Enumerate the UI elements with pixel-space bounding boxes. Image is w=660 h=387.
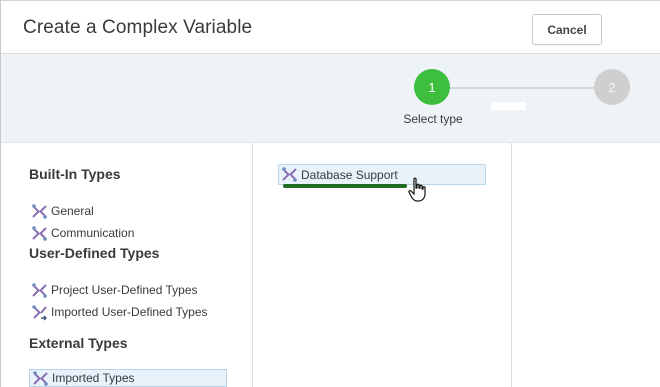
- type-detail-panel: [512, 143, 660, 387]
- create-complex-variable-dialog: Create a Complex Variable Cancel 1 2 Sel…: [0, 0, 660, 387]
- complex-type-icon: [32, 282, 47, 298]
- step-2-indicator[interactable]: 2: [594, 69, 630, 105]
- step-1-label: Select type: [403, 112, 463, 126]
- type-item-database-support[interactable]: Database Support: [278, 164, 486, 185]
- tree-item-general[interactable]: General: [31, 202, 94, 220]
- dialog-title: Create a Complex Variable: [23, 17, 253, 38]
- selection-underline: [283, 184, 407, 188]
- dialog-header: Create a Complex Variable Cancel: [1, 0, 660, 54]
- step-separator-mark: [491, 102, 526, 110]
- hand-pointer-icon: [408, 177, 426, 202]
- type-selection-panels: Built-In Types General Communication Use…: [1, 143, 660, 387]
- tree-item-imported-types[interactable]: Imported Types: [29, 369, 227, 387]
- tree-item-communication[interactable]: Communication: [31, 224, 134, 242]
- section-title-built-in: Built-In Types: [29, 166, 121, 182]
- type-category-panel: Built-In Types General Communication Use…: [1, 143, 253, 387]
- complex-type-icon: [282, 167, 297, 182]
- type-item-label: Database Support: [301, 167, 398, 182]
- tree-item-label: General: [51, 204, 94, 218]
- complex-type-icon: [32, 225, 47, 241]
- step-1-indicator[interactable]: 1: [414, 69, 450, 105]
- tree-item-project-user-defined[interactable]: Project User-Defined Types: [31, 281, 198, 299]
- tree-item-label: Imported User-Defined Types: [51, 305, 208, 319]
- tree-item-label: Project User-Defined Types: [51, 283, 198, 297]
- complex-type-icon: [32, 203, 47, 219]
- cancel-button[interactable]: Cancel: [532, 14, 602, 45]
- complex-type-icon: [33, 370, 48, 386]
- step-connector: [450, 87, 594, 89]
- wizard-stepper: 1 2 Select type: [1, 54, 660, 143]
- section-title-external: External Types: [29, 335, 128, 351]
- tree-item-label: Imported Types: [52, 371, 135, 385]
- tree-item-imported-user-defined[interactable]: Imported User-Defined Types: [31, 303, 208, 321]
- imported-type-icon: [32, 304, 48, 321]
- section-title-user-defined: User-Defined Types: [29, 245, 160, 261]
- tree-item-label: Communication: [51, 226, 135, 240]
